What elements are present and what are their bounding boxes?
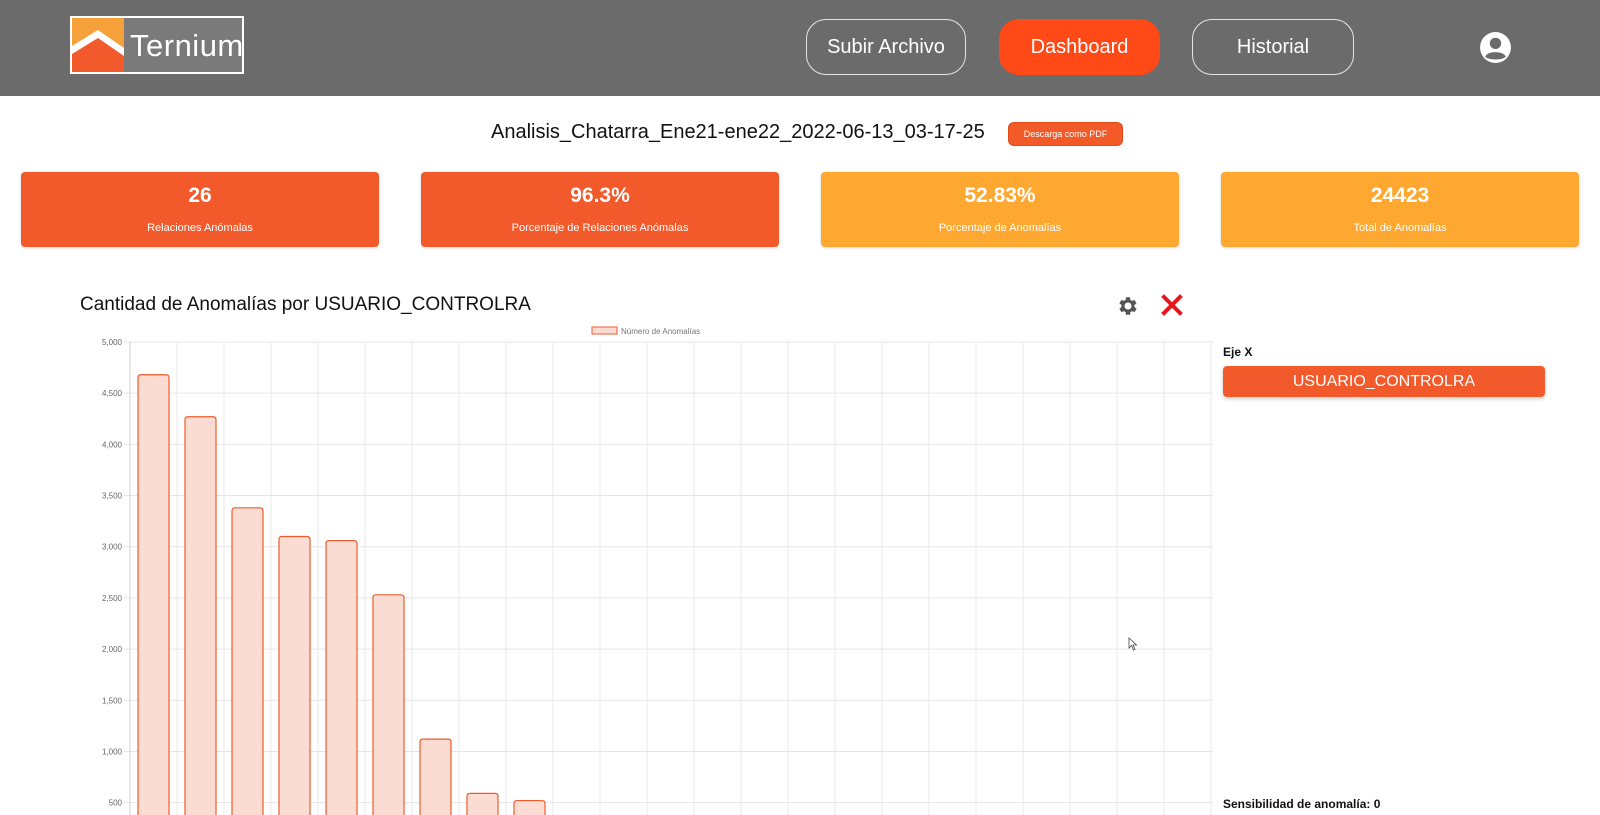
y-tick-label: 1,500 <box>102 696 123 705</box>
bar <box>372 594 405 815</box>
ternium-logo[interactable]: Ternium <box>70 16 244 74</box>
stat-card-porcentaje-relaciones: 96.3% Porcentaje de Relaciones Anómalas <box>421 172 779 247</box>
user-circle-icon[interactable] <box>1479 31 1512 64</box>
legend-label: Número de Anomalías <box>621 327 700 336</box>
y-tick-label: 5,000 <box>102 338 123 347</box>
bar-chart: 500 1,000 1,500 2,000 2,500 3,000 3,500 4,000 4,… <box>102 326 1213 815</box>
nav-historial-button[interactable]: Historial <box>1192 19 1354 75</box>
top-navigation-bar: Ternium Subir Archivo Dashboard Historia… <box>0 0 1600 96</box>
close-icon[interactable] <box>1161 294 1183 316</box>
nav-historial-label: Historial <box>1236 35 1310 58</box>
nav-subir-archivo-label: Subir Archivo <box>827 35 945 58</box>
stat-label: Porcentaje de Relaciones Anómalas <box>511 222 689 234</box>
sensitivity-label: Sensibilidad de anomalía: 0 <box>1223 797 1381 811</box>
y-tick-label: 3,000 <box>102 543 123 552</box>
bar <box>513 799 546 815</box>
legend-swatch <box>591 326 618 335</box>
gear-icon[interactable] <box>1115 294 1139 318</box>
bar <box>231 507 264 815</box>
stat-card-total-anomalias: 24423 Total de Anomalías <box>1221 172 1579 247</box>
x-axis-select-button[interactable]: USUARIO_CONTROLRA <box>1223 366 1545 397</box>
bar <box>466 792 499 815</box>
y-tick-label: 4,000 <box>102 440 123 449</box>
y-tick-label: 4,500 <box>102 389 123 398</box>
chart-title: Cantidad de Anomalías por USUARIO_CONTRO… <box>80 294 531 315</box>
logo-mark-icon <box>72 18 124 72</box>
download-pdf-button[interactable]: Descarga como PDF <box>1008 122 1123 146</box>
nav-dashboard-label: Dashboard <box>1030 35 1129 58</box>
stat-card-relaciones-anomalas: 26 Relaciones Anómalas <box>21 172 379 247</box>
bar <box>278 535 311 815</box>
bar <box>137 374 170 815</box>
y-tick-label: 3,500 <box>102 492 123 501</box>
stat-label: Total de Anomalías <box>1353 222 1447 234</box>
y-tick-label: 500 <box>109 799 123 808</box>
y-tick-label: 2,000 <box>102 645 123 654</box>
logo-text: Ternium <box>130 28 244 63</box>
stat-label: Porcentaje de Anomalías <box>938 222 1062 234</box>
bar <box>184 416 217 815</box>
y-tick-label: 1,000 <box>102 747 123 756</box>
stat-value: 96.3% <box>570 184 630 207</box>
stat-value: 52.83% <box>964 184 1036 207</box>
mouse-cursor-icon <box>1128 637 1138 651</box>
report-title: Analisis_Chatarra_Ene21-ene22_2022-06-13… <box>491 121 985 143</box>
stat-label: Relaciones Anómalas <box>147 222 253 234</box>
x-axis-label: Eje X <box>1223 345 1253 359</box>
y-tick-label: 2,500 <box>102 594 123 603</box>
bar <box>419 738 452 815</box>
nav-subir-archivo-button[interactable]: Subir Archivo <box>806 19 966 75</box>
stat-value: 26 <box>188 184 212 207</box>
nav-dashboard-button[interactable]: Dashboard <box>999 19 1160 75</box>
bar <box>325 539 358 815</box>
stat-card-porcentaje-anomalias: 52.83% Porcentaje de Anomalías <box>821 172 1179 247</box>
stat-value: 24423 <box>1370 184 1430 207</box>
